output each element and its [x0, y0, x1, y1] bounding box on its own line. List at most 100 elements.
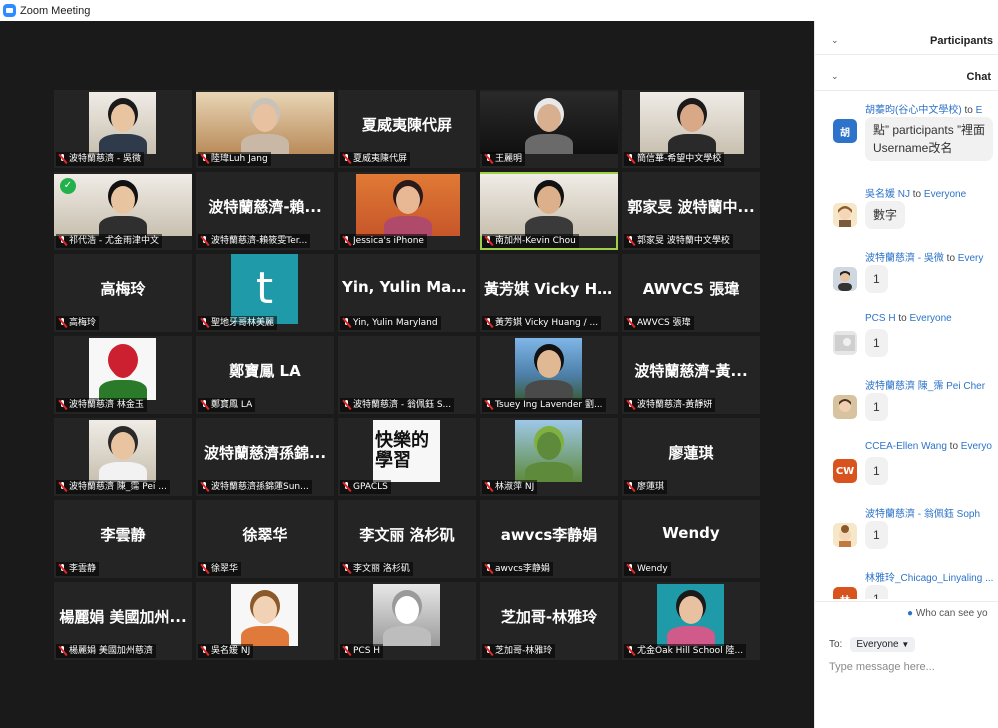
participant-video-tile[interactable]: ✓ 祁代浩 - 尤金雨津中文	[54, 172, 192, 250]
mic-muted-icon	[485, 318, 492, 328]
participant-video-tile[interactable]: Tsuey Ing Lavender 劉...	[480, 336, 618, 414]
mic-muted-icon	[485, 400, 492, 410]
body-shape	[524, 380, 573, 400]
participant-video-tile[interactable]: AWVCS 張瑋 AWVCS 張瑋	[622, 254, 760, 332]
user-photo-icon	[839, 399, 851, 412]
mic-muted-icon	[627, 646, 634, 656]
participant-video-tile[interactable]: Wendy Wendy	[622, 500, 760, 578]
to-word: to	[964, 105, 973, 116]
participant-display-name: 高梅玲	[100, 280, 146, 298]
chevron-down-icon[interactable]: ⌄	[831, 72, 841, 82]
chat-input[interactable]: Type message here...	[829, 661, 935, 673]
message-recipient: Everyone	[909, 313, 952, 324]
chat-header[interactable]: ⌄ Chat	[815, 63, 998, 91]
face-shape	[110, 350, 135, 378]
participant-video-tile[interactable]: 陸瑋Luh Jang	[196, 90, 334, 168]
avatar: CW	[833, 459, 857, 483]
participant-video-tile[interactable]: 林淑萍 NJ	[480, 418, 618, 496]
participant-video	[231, 584, 298, 646]
participant-video-tile[interactable]: 徐翠华 徐翠华	[196, 500, 334, 578]
cartoon-avatar-icon	[839, 525, 851, 547]
participant-video	[89, 92, 156, 154]
face-shape	[394, 596, 419, 624]
participant-video-tile[interactable]: 波特蘭慈濟-黃... 波特蘭慈濟-黃靜妍	[622, 336, 760, 414]
participant-name-label: awvcs李静娟	[482, 562, 553, 576]
chevron-down-icon[interactable]: ⌄	[831, 36, 841, 46]
participant-video-tile[interactable]: 波特蘭慈濟孫錦... 波特蘭慈濟孫錦蓮Sun...	[196, 418, 334, 496]
avatar: 林	[833, 587, 857, 599]
message-sender[interactable]: 林雅玲_Chicago_Linyaling ...	[865, 573, 993, 584]
avatar	[833, 523, 857, 547]
mic-muted-icon	[201, 400, 208, 410]
participant-name-text: Jessica's iPhone	[353, 236, 424, 246]
face-shape	[252, 596, 277, 624]
participant-display-name: 楊麗娟 美國加州...	[59, 608, 187, 626]
participant-video	[196, 92, 334, 154]
participant-display-name: 郭家旻 波特蘭中...	[627, 198, 755, 216]
avatar: 胡	[833, 119, 857, 143]
zoom-logo-icon	[3, 4, 16, 17]
participant-video-tile[interactable]: Yin, Yulin Maryl... Yin, Yulin Maryland	[338, 254, 476, 332]
participant-video-tile[interactable]: Jessica's iPhone	[338, 172, 476, 250]
participant-video-tile[interactable]: 李文丽 洛杉矶 李文丽 洛杉矶	[338, 500, 476, 578]
mic-muted-icon	[343, 236, 350, 246]
message-sender[interactable]: 吳名媛 NJ	[865, 189, 910, 200]
participant-video-tile[interactable]: 郭家旻 波特蘭中... 郭家旻 波特蘭中文學校	[622, 172, 760, 250]
participant-video-tile[interactable]: 快樂的學習 GPACLS	[338, 418, 476, 496]
who-can-see-link[interactable]: ● Who can see yo	[907, 608, 988, 619]
participants-header[interactable]: ⌄ Participants	[815, 27, 998, 55]
message-sender[interactable]: PCS H	[865, 313, 896, 324]
participant-video	[356, 174, 460, 236]
participant-display-name: Yin, Yulin Maryl...	[342, 278, 472, 296]
title-bar: Zoom Meeting	[0, 0, 998, 21]
body-shape	[525, 134, 573, 154]
participant-display-name: Wendy	[662, 524, 720, 542]
participant-video-tile[interactable]: 芝加哥-林雅玲 芝加哥-林雅玲	[480, 582, 618, 660]
participant-display-name: 徐翠华	[242, 526, 288, 544]
participant-video-tile[interactable]: 尤金Oak Hill School 陸...	[622, 582, 760, 660]
participant-video-tile[interactable]: 廖蓮琪 廖蓮琪	[622, 418, 760, 496]
message-sender[interactable]: 波特蘭慈濟 - 翁佩鈺 Soph	[865, 509, 980, 520]
face-shape	[536, 350, 561, 378]
participant-name-label: AWVCS 張瑋	[624, 316, 694, 330]
participant-name-label: GPACLS	[340, 480, 391, 494]
participant-video-tile[interactable]: 波特蘭慈濟-賴... 波特蘭慈濟-賴筱雯Ter...	[196, 172, 334, 250]
mic-muted-icon	[59, 482, 66, 492]
participant-video-tile[interactable]: 吳名媛 NJ	[196, 582, 334, 660]
participant-video-tile[interactable]: PCS H	[338, 582, 476, 660]
message-sender[interactable]: 波特蘭慈濟 陳_霈 Pei Cher	[865, 381, 985, 392]
participant-video-tile[interactable]: 王麗明	[480, 90, 618, 168]
participant-name-text: 祁代浩 - 尤金雨津中文	[69, 236, 159, 246]
mic-muted-icon	[485, 154, 492, 164]
participant-video-tile[interactable]: 李雲静 李雲静	[54, 500, 192, 578]
participant-name-text: 波特蘭慈濟 - 吳微	[69, 154, 141, 164]
participant-video-tile[interactable]: 波特蘭慈濟 陳_霈 Pei ...	[54, 418, 192, 496]
participant-name-text: 李文丽 洛杉矶	[353, 564, 410, 574]
recipient-select[interactable]: Everyone ▼	[850, 637, 916, 652]
participant-name-label: Wendy	[624, 562, 671, 576]
body-shape	[240, 626, 289, 646]
participant-display-name: 黃芳娸 Vicky Hu...	[484, 280, 614, 298]
participant-video-tile[interactable]: awvcs李静娟 awvcs李静娟	[480, 500, 618, 578]
participant-video-tile[interactable]: 波特蘭慈濟 林金玉	[54, 336, 192, 414]
participant-display-name: 李文丽 洛杉矶	[359, 526, 455, 544]
participant-video-tile[interactable]: 黃芳娸 Vicky Hu... 黃芳娸 Vicky Huang / ...	[480, 254, 618, 332]
participant-video-tile[interactable]: 南加州-Kevin Chou	[480, 172, 618, 250]
avatar	[833, 331, 857, 355]
participant-name-text: Yin, Yulin Maryland	[353, 318, 438, 328]
participant-video-tile[interactable]: 夏威夷陳代屏 夏威夷陳代屏	[338, 90, 476, 168]
participant-video-tile[interactable]: 楊麗娟 美國加州... 楊麗娟 美國加州慈濟	[54, 582, 192, 660]
participant-video-tile[interactable]: 簡信華-希望中文學校	[622, 90, 760, 168]
participant-video-tile[interactable]: 波特蘭慈濟 - 吳微	[54, 90, 192, 168]
participant-name-text: 尤金Oak Hill School 陸...	[637, 646, 744, 656]
participant-video-tile[interactable]: 鄭寶鳳 LA 鄭寶鳳 LA	[196, 336, 334, 414]
mic-muted-icon	[343, 646, 350, 656]
message-sender[interactable]: 波特蘭慈濟 - 吳微	[865, 253, 944, 264]
message-sender[interactable]: CCEA-Ellen Wang	[865, 441, 947, 452]
participant-name-label: 陸瑋Luh Jang	[198, 152, 271, 166]
participant-video-tile[interactable]: 高梅玲 高梅玲	[54, 254, 192, 332]
participant-name-text: 楊麗娟 美國加州慈濟	[69, 646, 153, 656]
participant-video-tile[interactable]: t 聖地牙哥林美麗	[196, 254, 334, 332]
message-sender[interactable]: 胡蓁昀(谷心中文學校)	[865, 105, 962, 116]
participant-video-tile[interactable]: 波特蘭慈濟 - 翁佩鈺 S...	[338, 336, 476, 414]
